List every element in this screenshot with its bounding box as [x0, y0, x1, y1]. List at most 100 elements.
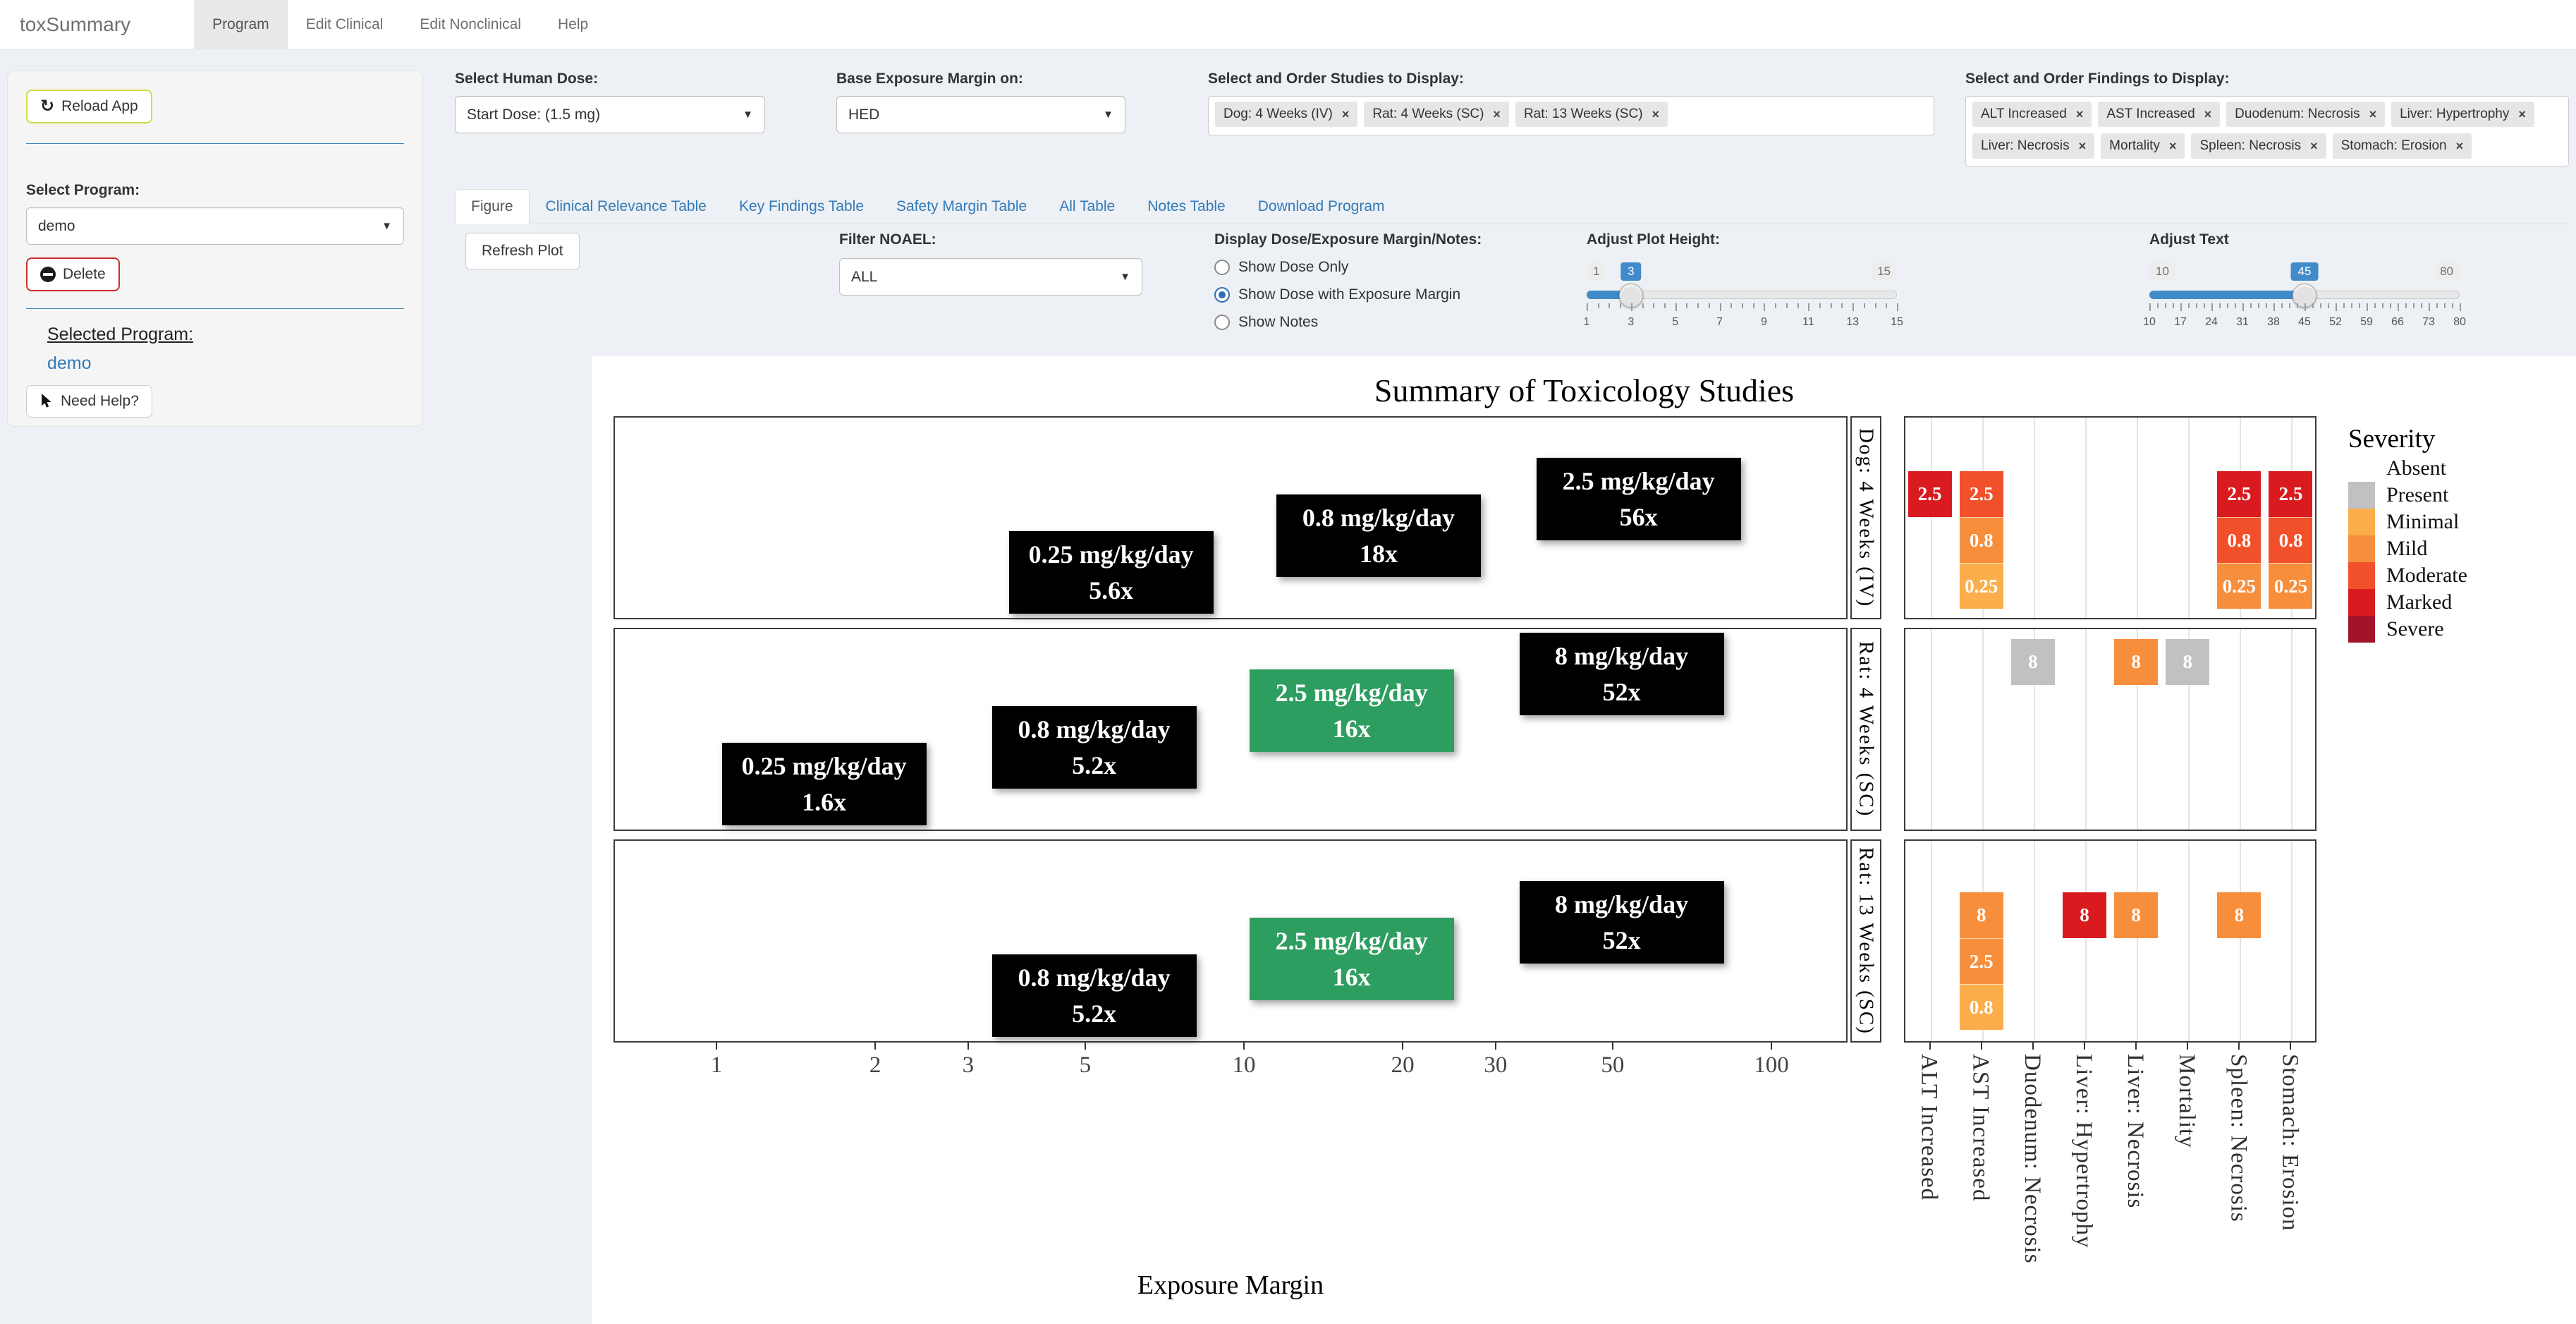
finding-tag-label: ALT Increased [1981, 107, 2067, 122]
selected-program-link[interactable]: demo [47, 353, 404, 374]
slider-tick-label: 17 [2174, 316, 2187, 329]
refresh-plot-button[interactable]: Refresh Plot [465, 233, 580, 269]
finding-tag[interactable]: Stomach: Erosion× [2333, 133, 2472, 159]
study-strip-label: Rat: 13 Weeks (SC) [1850, 839, 1881, 1043]
tab-key-findings-table[interactable]: Key Findings Table [723, 189, 880, 224]
tab-notes-table[interactable]: Notes Table [1131, 189, 1242, 224]
tab-download-program[interactable]: Download Program [1242, 189, 1401, 224]
slider-minor-tick [2281, 303, 2283, 308]
heatmap-gridline [2240, 629, 2241, 830]
radio-label: Show Dose Only [1238, 259, 1348, 276]
severity-cell: 8 [2114, 639, 2158, 685]
radio-option[interactable]: Show Dose Only [1214, 259, 1581, 276]
remove-tag-icon[interactable]: × [2204, 107, 2212, 122]
remove-tag-icon[interactable]: × [2079, 139, 2087, 154]
severity-cell: 2.5 [2269, 471, 2312, 517]
heatmap-gridline [2240, 841, 2241, 1041]
radio-option[interactable]: Show Notes [1214, 314, 1581, 331]
x-axis-tick [874, 1043, 876, 1050]
study-tag[interactable]: Rat: 13 Weeks (SC)× [1515, 102, 1668, 127]
slider-minor-tick [2227, 303, 2228, 308]
program-select-value: demo [38, 218, 75, 235]
finding-column-label: Duodenum: Necrosis [2019, 1054, 2045, 1301]
slider-tick-label: 13 [1846, 316, 1859, 329]
slider-minor-tick [1664, 303, 1666, 308]
radio-circle[interactable] [1214, 260, 1230, 275]
program-select[interactable]: demo ▼ [26, 207, 404, 245]
finding-tag[interactable]: ALT Increased × [1972, 102, 2092, 127]
navbar: toxSummary ProgramEdit ClinicalEdit Nonc… [0, 0, 2576, 49]
nav-item-edit-clinical[interactable]: Edit Clinical [288, 0, 402, 49]
radio-label: Show Notes [1238, 314, 1318, 331]
base-margin-select[interactable]: HED ▼ [836, 96, 1125, 133]
slider-minor-tick [1786, 303, 1788, 308]
display-options-label: Display Dose/Exposure Margin/Notes: [1214, 231, 1581, 248]
slider-minor-tick [1653, 303, 1654, 308]
study-tag[interactable]: Rat: 4 Weeks (SC)× [1364, 102, 1509, 127]
plot-height-slider[interactable]: 115313579111315 [1587, 257, 1897, 341]
minus-circle-icon [40, 267, 56, 282]
tab-safety-margin-table[interactable]: Safety Margin Table [880, 189, 1043, 224]
slider-minor-tick [2297, 303, 2298, 308]
dose-box: 2.5 mg/kg/day16x [1250, 669, 1454, 752]
remove-tag-icon[interactable]: × [2076, 107, 2084, 122]
studies-multiselect[interactable]: Dog: 4 Weeks (IV)× Rat: 4 Weeks (SC)×Rat:… [1208, 96, 1934, 135]
slider-tick-label: 24 [2205, 316, 2218, 329]
tab-figure[interactable]: Figure [455, 189, 530, 224]
slider-value-badge[interactable]: 3 [1620, 262, 1641, 281]
dose-box-margin: 5.6x [1089, 578, 1133, 603]
remove-tag-icon[interactable]: × [1493, 107, 1501, 122]
finding-tag[interactable]: Mortality× [2101, 133, 2185, 159]
filter-noael-select[interactable]: ALL ▼ [839, 258, 1142, 296]
tab-clinical-relevance-table[interactable]: Clinical Relevance Table [530, 189, 723, 224]
remove-tag-icon[interactable]: × [1342, 107, 1350, 122]
heatmap-gridline [2085, 841, 2087, 1041]
plot-height-label: Adjust Plot Height: [1587, 231, 1897, 248]
need-help-button[interactable]: Need Help? [26, 385, 152, 418]
nav-item-edit-nonclinical[interactable]: Edit Nonclinical [401, 0, 539, 49]
base-margin-control: Base Exposure Margin on: HED ▼ [836, 71, 1125, 133]
findings-multiselect[interactable]: ALT Increased×AST Increased×Duodenum: Ne… [1965, 96, 2569, 166]
plot-title: Summary of Toxicology Studies [592, 372, 2576, 409]
slider-tick [1852, 303, 1854, 311]
remove-tag-icon[interactable]: × [2456, 139, 2464, 154]
radio-circle[interactable] [1214, 287, 1230, 303]
slider-tick [1720, 303, 1721, 311]
study-tag[interactable]: Dog: 4 Weeks (IV)× [1215, 102, 1357, 127]
radio-circle[interactable] [1214, 315, 1230, 330]
base-margin-label: Base Exposure Margin on: [836, 71, 1125, 87]
slider-value-badge[interactable]: 45 [2291, 262, 2319, 281]
remove-tag-icon[interactable]: × [2310, 139, 2318, 154]
finding-column-label: Mortality [2173, 1054, 2199, 1301]
finding-tag[interactable]: AST Increased× [2098, 102, 2220, 127]
remove-tag-icon[interactable]: × [1652, 107, 1660, 122]
tab-all-table[interactable]: All Table [1043, 189, 1131, 224]
slider-minor-tick [2173, 303, 2174, 308]
nav-item-help[interactable]: Help [539, 0, 606, 49]
remove-tag-icon[interactable]: × [2518, 107, 2526, 122]
dose-box-dose: 2.5 mg/kg/day [1563, 468, 1715, 494]
nav-item-program[interactable]: Program [194, 0, 288, 49]
dose-box: 8 mg/kg/day52x [1520, 881, 1724, 964]
legend-label: Severe [2386, 616, 2444, 643]
x-axis-title: Exposure Margin [614, 1270, 1848, 1301]
severity-cell: 0.8 [2217, 517, 2261, 563]
remove-tag-icon[interactable]: × [2369, 107, 2377, 122]
finding-tag[interactable]: Spleen: Necrosis× [2191, 133, 2326, 159]
dose-box-margin: 52x [1603, 928, 1641, 953]
slider-tick-label: 7 [1716, 316, 1723, 329]
remove-tag-icon[interactable]: × [2169, 139, 2177, 154]
severity-heatmap-panel [1904, 628, 2316, 831]
human-dose-select[interactable]: Start Dose: (1.5 mg) ▼ [455, 96, 765, 133]
heatmap-gridline [2188, 418, 2190, 618]
radio-option[interactable]: Show Dose with Exposure Margin [1214, 286, 1581, 303]
delete-program-button[interactable]: Delete [26, 257, 120, 291]
dose-box: 0.25 mg/kg/day1.6x [722, 743, 927, 825]
finding-tag[interactable]: Duodenum: Necrosis× [2226, 102, 2385, 127]
legend-label: Moderate [2386, 562, 2467, 589]
dose-box-dose: 2.5 mg/kg/day [1276, 928, 1428, 954]
reload-app-button[interactable]: ↻ Reload App [26, 90, 152, 123]
finding-tag[interactable]: Liver: Necrosis× [1972, 133, 2094, 159]
text-size-slider[interactable]: 1080451017243138455259667380 [2149, 257, 2460, 341]
finding-tag[interactable]: Liver: Hypertrophy× [2391, 102, 2534, 127]
